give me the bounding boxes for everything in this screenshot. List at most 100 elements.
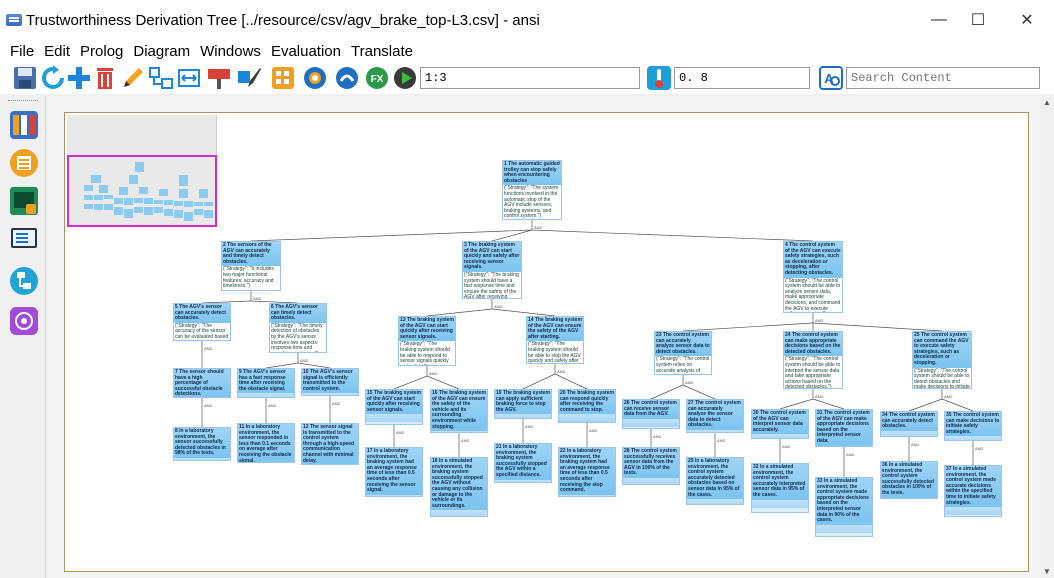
menu-evaluation[interactable]: Evaluation: [271, 43, 341, 60]
tree-node[interactable]: 5 The AGV's sensor can accurately detect…: [173, 303, 231, 341]
tree-node-strategy: ("Strategy": "It includes two major func…: [222, 266, 280, 290]
tree-node-title: 17 In a laboratory environment, the brak…: [366, 448, 422, 495]
tree-node-footer: [623, 477, 679, 484]
menu-diagram[interactable]: Diagram: [133, 43, 190, 60]
tree-node[interactable]: 33 In a simulated environment, the contr…: [815, 477, 873, 537]
connect-icon[interactable]: [334, 65, 360, 91]
tree-node[interactable]: 27 The control system can accurately ana…: [686, 399, 744, 433]
calendar-lock-icon[interactable]: [9, 186, 39, 216]
tree-node[interactable]: 4 The control system of the AGV can exec…: [783, 241, 843, 313]
close-button[interactable]: ✕: [1004, 0, 1050, 40]
play-icon[interactable]: [392, 65, 418, 91]
tree-node-footer: [495, 414, 551, 418]
edge-line: [554, 373, 588, 390]
scroll-down-arrow-icon[interactable]: ▼: [1043, 567, 1051, 576]
tree-node[interactable]: 8 In a laboratory environment, the senso…: [173, 427, 231, 461]
tree-node[interactable]: 37 In a simulated environment, the contr…: [944, 465, 1002, 517]
edge-and-label: AND: [332, 401, 341, 406]
tree-node[interactable]: 3 The braking system of the AGV can star…: [462, 241, 522, 299]
ai-assistant-icon[interactable]: [9, 306, 39, 336]
calculator-icon[interactable]: [270, 65, 296, 91]
tree-node[interactable]: 20 The braking system can respond quickl…: [558, 389, 616, 423]
delete-icon[interactable]: [92, 65, 118, 91]
minimap-viewport[interactable]: [67, 155, 217, 227]
tree-node[interactable]: 22 In a laboratory environment, the brak…: [558, 447, 616, 497]
tree-node-title: 3 The braking system of the AGV can star…: [463, 242, 521, 272]
tree-node[interactable]: 14 The braking system of the AGV can ens…: [526, 316, 584, 364]
list-icon[interactable]: [9, 148, 39, 178]
scroll-up-arrow-icon[interactable]: ▲: [1043, 98, 1051, 107]
tree-node[interactable]: 18 In a simulated environment, the braki…: [430, 457, 488, 517]
edge-and-label: AND: [396, 430, 405, 435]
tree-node[interactable]: 25 The control system can command the AG…: [912, 331, 972, 389]
tree-structure-icon[interactable]: [9, 266, 39, 296]
tree-node[interactable]: 23 The control system can accurately ana…: [654, 331, 712, 375]
tree-node[interactable]: 13 The braking system of the AGV can sta…: [398, 316, 456, 366]
derivation-tree-diagram[interactable]: AND AND AND AND AND AND AND AND AND AND AND AND AND A…: [64, 112, 1029, 572]
tree-node[interactable]: 32 In a simulated environment, the contr…: [751, 463, 809, 513]
menu-edit[interactable]: Edit: [44, 43, 70, 60]
tree-node[interactable]: 21 In a laboratory environment, the brak…: [494, 443, 552, 483]
menu-translate[interactable]: Translate: [351, 43, 413, 60]
tree-node-footer: [945, 436, 1001, 440]
maximize-button[interactable]: ☐: [955, 0, 1001, 40]
tree-node[interactable]: 2 The sensors of the AGV can accurately …: [221, 241, 281, 291]
settings-gear-icon[interactable]: [302, 65, 328, 91]
refresh-icon[interactable]: [40, 65, 66, 91]
monitor-checklist-icon[interactable]: [9, 224, 39, 254]
add-icon[interactable]: [66, 65, 92, 91]
tree-node[interactable]: 26 The control system can receive sensor…: [622, 399, 680, 429]
tree-node[interactable]: 12 The sensor signal is transmitted to t…: [301, 423, 359, 465]
fx-icon[interactable]: FX: [364, 65, 390, 91]
tree-node-strategy: ("Strategy": "The system functions invol…: [503, 185, 561, 219]
tree-node[interactable]: 1 The automatic guided trolley can stop …: [502, 160, 562, 220]
split-icon[interactable]: [206, 65, 232, 91]
layout-icon[interactable]: [148, 65, 174, 91]
tree-node-title: 30 The control system of the AGV can int…: [752, 410, 808, 435]
tree-node[interactable]: 6 The AGV's sensor can timely detect obs…: [269, 303, 327, 353]
find-icon[interactable]: A: [818, 65, 844, 91]
edge-line: [426, 308, 493, 317]
tree-node[interactable]: 34 The control system can accurately det…: [880, 411, 938, 437]
tree-node-strategy: ("Strategy": "The control system should …: [784, 356, 842, 388]
brush-icon[interactable]: [236, 65, 262, 91]
tree-node[interactable]: 16 The braking system of the AGV can ens…: [430, 389, 488, 433]
tree-node[interactable]: 17 In a laboratory environment, the brak…: [365, 447, 423, 497]
menu-windows[interactable]: Windows: [200, 43, 261, 60]
tree-node-title: 33 In a simulated environment, the contr…: [816, 478, 872, 525]
tree-node-title: 15 The braking system of the AGV can sta…: [366, 390, 422, 415]
fit-width-icon[interactable]: [176, 65, 202, 91]
edge-and-label: AND: [429, 371, 438, 376]
tree-node[interactable]: 7 The sensor should have a high percenta…: [173, 368, 231, 398]
edge-line: [682, 384, 716, 400]
tree-node[interactable]: 29 In a laboratory environment, the cont…: [686, 457, 744, 505]
vertical-scrollbar[interactable]: ▲ ▼: [1040, 96, 1054, 578]
threshold-input[interactable]: [674, 67, 810, 89]
tree-node[interactable]: 19 The braking system can apply sufficie…: [494, 389, 552, 419]
tree-node[interactable]: 30 The control system of the AGV can int…: [751, 409, 809, 439]
search-input[interactable]: [846, 67, 1040, 89]
save-icon[interactable]: [12, 65, 38, 91]
tree-node-footer: [238, 393, 294, 397]
tree-node[interactable]: 10 The AGV's sensor signal is efficientl…: [301, 368, 359, 396]
thermometer-icon[interactable]: [646, 65, 672, 91]
table-grid-icon[interactable]: [9, 110, 39, 140]
tree-node[interactable]: 31 The control system of the AGV can mak…: [815, 409, 873, 447]
edge-and-label: AND: [975, 446, 984, 451]
menu-file[interactable]: File: [10, 43, 34, 60]
tree-node[interactable]: 35 The control system can make decisions…: [944, 411, 1002, 441]
tree-node[interactable]: 9 The AGV's sensor has a fast response t…: [237, 368, 295, 398]
menu-prolog[interactable]: Prolog: [80, 43, 123, 60]
tree-node[interactable]: 24 The control system can make appropria…: [783, 331, 843, 389]
tree-node-title: 9 The AGV's sensor has a fast response t…: [238, 369, 294, 394]
tree-node[interactable]: 15 The braking system of the AGV can sta…: [365, 389, 423, 425]
ratio-input[interactable]: [420, 67, 640, 89]
tree-node-footer: [945, 507, 1001, 516]
edit-icon[interactable]: [120, 65, 146, 91]
app-window: Trustworthiness Derivation Tree [../reso…: [0, 0, 1054, 578]
tree-node-title: 12 The sensor signal is transmitted to t…: [302, 424, 358, 464]
tree-node[interactable]: 28 The control system successfully recei…: [622, 447, 680, 485]
tree-node[interactable]: 36 In a simulated environment, the contr…: [880, 461, 938, 499]
tree-node[interactable]: 11 In a laboratory environment, the sens…: [237, 423, 295, 463]
minimap[interactable]: [67, 115, 217, 227]
